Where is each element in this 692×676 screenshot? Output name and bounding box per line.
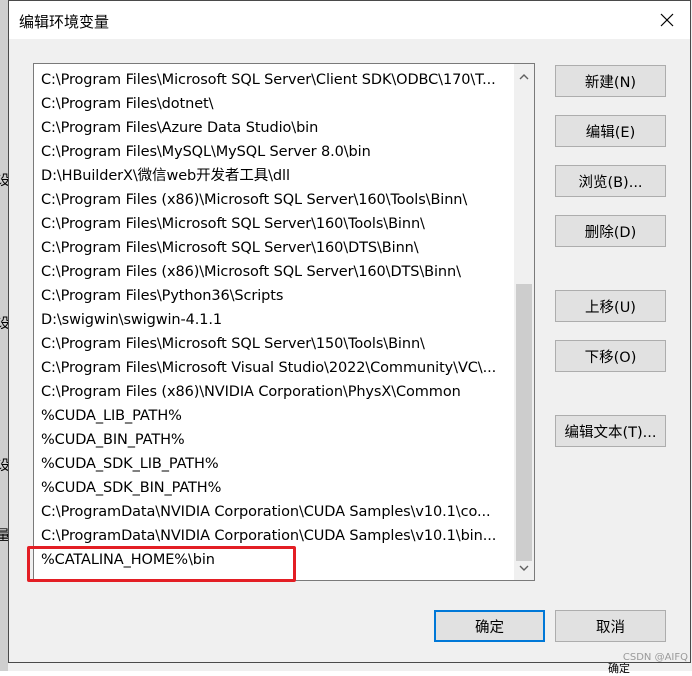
path-list-item[interactable]: C:\Program Files (x86)\Microsoft SQL Ser… [34,260,514,284]
path-list-item[interactable]: C:\Program Files (x86)\NVIDIA Corporatio… [34,380,514,404]
path-list-item[interactable]: C:\Program Files\Microsoft SQL Server\16… [34,236,514,260]
title-bar: 编辑环境变量 [9,1,690,39]
scroll-down-button[interactable] [514,558,534,578]
path-list-item[interactable]: %CUDA_SDK_LIB_PATH% [34,452,514,476]
new-button[interactable]: 新建(N) [555,65,666,97]
path-list-item[interactable]: C:\Program Files\Microsoft Visual Studio… [34,356,514,380]
path-list-item[interactable]: D:\swigwin\swigwin-4.1.1 [34,308,514,332]
close-icon [660,13,674,27]
path-list-item[interactable]: D:\HBuilderX\微信web开发者工具\dll [34,164,514,188]
path-list-item[interactable]: %CATALINA_HOME%\bin [34,548,514,572]
move-down-button[interactable]: 下移(O) [555,340,666,372]
path-list-item[interactable]: C:\Program Files\Azure Data Studio\bin [34,116,514,140]
scrollbar-thumb[interactable] [516,284,532,561]
chevron-up-icon [519,73,529,79]
path-list-item[interactable]: %CUDA_LIB_PATH% [34,404,514,428]
cancel-button[interactable]: 取消 [555,610,666,642]
edit-text-button[interactable]: 编辑文本(T)... [555,415,666,447]
path-list-item[interactable]: C:\Program Files (x86)\Microsoft SQL Ser… [34,188,514,212]
browse-button[interactable]: 浏览(B)... [555,165,666,197]
delete-button[interactable]: 删除(D) [555,215,666,247]
path-list-item[interactable]: C:\Program Files\dotnet\ [34,92,514,116]
path-list-item[interactable]: C:\Program Files\Python36\Scripts [34,284,514,308]
chevron-down-icon [519,565,529,571]
vertical-scrollbar[interactable] [514,64,534,580]
path-list-item[interactable]: C:\Program Files\Microsoft SQL Server\Cl… [34,68,514,92]
path-list-item[interactable]: %CUDA_SDK_BIN_PATH% [34,476,514,500]
path-list-item[interactable]: C:\Program Files\MySQL\MySQL Server 8.0\… [34,140,514,164]
ok-button[interactable]: 确定 [434,610,545,642]
edit-button[interactable]: 编辑(E) [555,115,666,147]
edit-environment-variable-dialog: 编辑环境变量 C:\Program Files\Microsoft SQL Se… [8,0,691,663]
path-list-item[interactable]: C:\Program Files\Microsoft SQL Server\16… [34,212,514,236]
close-button[interactable] [644,1,690,39]
path-list-item[interactable]: C:\Program Files\Microsoft SQL Server\15… [34,332,514,356]
path-list-item[interactable]: %CUDA_BIN_PATH% [34,428,514,452]
scroll-up-button[interactable] [514,66,534,86]
path-list-items: C:\Program Files\Microsoft SQL Server\Cl… [34,68,514,572]
path-list-item[interactable]: C:\ProgramData\NVIDIA Corporation\CUDA S… [34,524,514,548]
watermark: CSDN @AIFQ [622,652,688,663]
path-list-item[interactable]: C:\ProgramData\NVIDIA Corporation\CUDA S… [34,500,514,524]
dialog-title: 编辑环境变量 [19,13,110,31]
path-list[interactable]: C:\Program Files\Microsoft SQL Server\Cl… [33,63,535,581]
move-up-button[interactable]: 上移(U) [555,290,666,322]
